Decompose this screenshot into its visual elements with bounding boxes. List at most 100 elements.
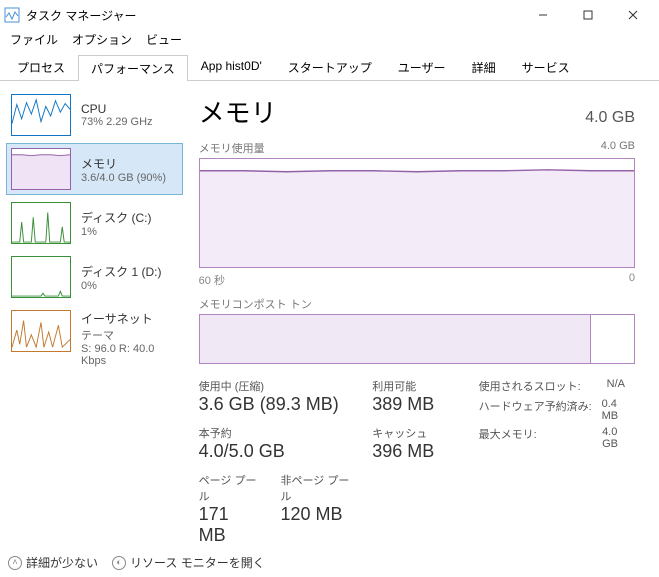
stats-grid: 使用中 (圧縮) 3.6 GB (89.3 MB) 本予約 4.0/5.0 GB… bbox=[199, 378, 635, 556]
sidebar-disk1-info: ディスク 1 (D:) 0% bbox=[81, 256, 162, 298]
committed-value: 4.0/5.0 GB bbox=[199, 441, 353, 462]
tab-startup[interactable]: スタートアップ bbox=[275, 54, 385, 80]
available-value: 389 MB bbox=[372, 394, 458, 415]
memory-total: 4.0 GB bbox=[585, 109, 635, 127]
memory-composition-chart bbox=[199, 314, 635, 364]
hw-row: ハードウェア予約済み: 0.4 MB bbox=[479, 398, 635, 422]
usage-chart-label: メモリ使用量 4.0 GB bbox=[199, 140, 635, 156]
sidebar: CPU 73% 2.29 GHz メモリ 3.6/4.0 GB (90%) ディ… bbox=[0, 81, 189, 551]
monitor-icon: ◐ bbox=[112, 556, 126, 570]
sidebar-item-disk0[interactable]: ディスク (C:) 1% bbox=[6, 197, 183, 249]
nonpaged-label: 非ページ プール bbox=[281, 472, 353, 504]
menu-file[interactable]: ファイル bbox=[4, 30, 64, 50]
stat-in-use: 使用中 (圧縮) 3.6 GB (89.3 MB) bbox=[199, 378, 353, 415]
stats-col-1: 使用中 (圧縮) 3.6 GB (89.3 MB) 本予約 4.0/5.0 GB… bbox=[199, 378, 353, 556]
cached-label: キャッシュ bbox=[372, 425, 458, 441]
memory-sparkline bbox=[11, 148, 71, 190]
stat-nonpaged: 非ページ プール 120 MB bbox=[281, 472, 353, 546]
stat-available: 利用可能 389 MB bbox=[372, 378, 458, 415]
app-icon bbox=[4, 7, 20, 23]
tabs: プロセス パフォーマンス App hist0D' スタートアップ ユーザー 詳細… bbox=[0, 54, 659, 81]
sidebar-item-memory[interactable]: メモリ 3.6/4.0 GB (90%) bbox=[6, 143, 183, 195]
sidebar-item-disk1[interactable]: ディスク 1 (D:) 0% bbox=[6, 251, 183, 303]
sidebar-disk1-value: 0% bbox=[81, 280, 162, 292]
sidebar-eth-value: S: 96.0 R: 40.0 Kbps bbox=[81, 343, 178, 367]
chevron-up-icon: ˄ bbox=[8, 556, 22, 570]
paged-label: ページ プール bbox=[199, 472, 261, 504]
nonpaged-value: 120 MB bbox=[281, 504, 353, 525]
disk1-sparkline bbox=[11, 256, 71, 298]
titlebar: タスク マネージャー bbox=[0, 0, 659, 30]
comp-chart-label: メモリコンポスト トン bbox=[199, 296, 635, 312]
sidebar-disk0-info: ディスク (C:) 1% bbox=[81, 202, 152, 244]
close-button[interactable] bbox=[610, 0, 655, 30]
sidebar-memory-value: 3.6/4.0 GB (90%) bbox=[81, 172, 166, 184]
window-title: タスク マネージャー bbox=[26, 7, 520, 24]
cpu-sparkline bbox=[11, 94, 71, 136]
sidebar-disk1-name: ディスク 1 (D:) bbox=[81, 263, 162, 280]
tab-apphistory[interactable]: App hist0D' bbox=[188, 54, 275, 80]
tab-services[interactable]: サービス bbox=[509, 54, 583, 80]
stat-paged: ページ プール 171 MB bbox=[199, 472, 261, 546]
tab-details[interactable]: 詳細 bbox=[459, 54, 509, 80]
disk0-sparkline bbox=[11, 202, 71, 244]
sidebar-eth-info: イーサネット テーマ S: 96.0 R: 40.0 Kbps bbox=[81, 310, 178, 367]
comp-label: メモリコンポスト トン bbox=[199, 296, 312, 312]
content: CPU 73% 2.29 GHz メモリ 3.6/4.0 GB (90%) ディ… bbox=[0, 81, 659, 551]
stats-col-3: 使用されるスロット: N/A ハードウェア予約済み: 0.4 MB 最大メモリ:… bbox=[479, 378, 635, 556]
ethernet-sparkline bbox=[11, 310, 71, 352]
sidebar-cpu-name: CPU bbox=[81, 102, 153, 116]
hw-value: 0.4 MB bbox=[602, 398, 635, 422]
resource-monitor-label: リソース モニターを開く bbox=[130, 554, 265, 571]
sidebar-cpu-info: CPU 73% 2.29 GHz bbox=[81, 94, 153, 136]
stat-cached: キャッシュ 396 MB bbox=[372, 425, 458, 462]
axis-right: 0 bbox=[629, 272, 635, 288]
footer: ˄ 詳細が少ない ◐ リソース モニターを開く bbox=[8, 554, 265, 571]
usage-max: 4.0 GB bbox=[601, 140, 635, 156]
sidebar-disk0-value: 1% bbox=[81, 226, 152, 238]
sidebar-cpu-value: 73% 2.29 GHz bbox=[81, 116, 153, 128]
max-row: 最大メモリ: 4.0 GB bbox=[479, 426, 635, 450]
paged-value: 171 MB bbox=[199, 504, 261, 546]
sidebar-item-ethernet[interactable]: イーサネット テーマ S: 96.0 R: 40.0 Kbps bbox=[6, 305, 183, 372]
tab-performance[interactable]: パフォーマンス bbox=[78, 55, 188, 81]
stats-col-2: 利用可能 389 MB キャッシュ 396 MB bbox=[372, 378, 458, 556]
sidebar-memory-name: メモリ bbox=[81, 155, 166, 172]
menubar: ファイル オプション ビュー bbox=[0, 30, 659, 50]
main-panel: メモリ 4.0 GB メモリ使用量 4.0 GB 60 秒 0 メモリコンポスト… bbox=[189, 81, 659, 551]
cached-value: 396 MB bbox=[372, 441, 458, 462]
menu-options[interactable]: オプション bbox=[66, 30, 138, 50]
slots-value: N/A bbox=[607, 378, 625, 394]
main-header: メモリ 4.0 GB bbox=[199, 93, 635, 130]
max-label: 最大メモリ: bbox=[479, 426, 594, 450]
axis-left: 60 秒 bbox=[199, 272, 225, 288]
sidebar-eth-name: イーサネット bbox=[81, 310, 178, 327]
committed-label: 本予約 bbox=[199, 425, 353, 441]
tab-processes[interactable]: プロセス bbox=[4, 54, 78, 80]
window-controls bbox=[520, 0, 655, 30]
in-use-value: 3.6 GB (89.3 MB) bbox=[199, 394, 353, 415]
sidebar-eth-line2: テーマ bbox=[81, 327, 178, 343]
minimize-button[interactable] bbox=[520, 0, 565, 30]
max-value: 4.0 GB bbox=[602, 426, 635, 450]
memory-usage-chart bbox=[199, 158, 635, 268]
stat-committed: 本予約 4.0/5.0 GB bbox=[199, 425, 353, 462]
sidebar-item-cpu[interactable]: CPU 73% 2.29 GHz bbox=[6, 89, 183, 141]
fewer-details-label: 詳細が少ない bbox=[26, 554, 98, 571]
usage-axis: 60 秒 0 bbox=[199, 272, 635, 288]
slots-label: 使用されるスロット: bbox=[479, 378, 599, 394]
maximize-button[interactable] bbox=[565, 0, 610, 30]
slots-row: 使用されるスロット: N/A bbox=[479, 378, 635, 394]
resource-monitor-button[interactable]: ◐ リソース モニターを開く bbox=[112, 554, 265, 571]
tab-users[interactable]: ユーザー bbox=[385, 54, 459, 80]
page-title: メモリ bbox=[199, 93, 277, 130]
available-label: 利用可能 bbox=[372, 378, 458, 394]
hw-label: ハードウェア予約済み: bbox=[479, 398, 594, 422]
fewer-details-button[interactable]: ˄ 詳細が少ない bbox=[8, 554, 98, 571]
composition-fill bbox=[200, 315, 591, 363]
usage-label: メモリ使用量 bbox=[199, 140, 265, 156]
sidebar-disk0-name: ディスク (C:) bbox=[81, 209, 152, 226]
menu-view[interactable]: ビュー bbox=[140, 30, 188, 50]
in-use-label: 使用中 (圧縮) bbox=[199, 378, 353, 394]
sidebar-memory-info: メモリ 3.6/4.0 GB (90%) bbox=[81, 148, 166, 190]
